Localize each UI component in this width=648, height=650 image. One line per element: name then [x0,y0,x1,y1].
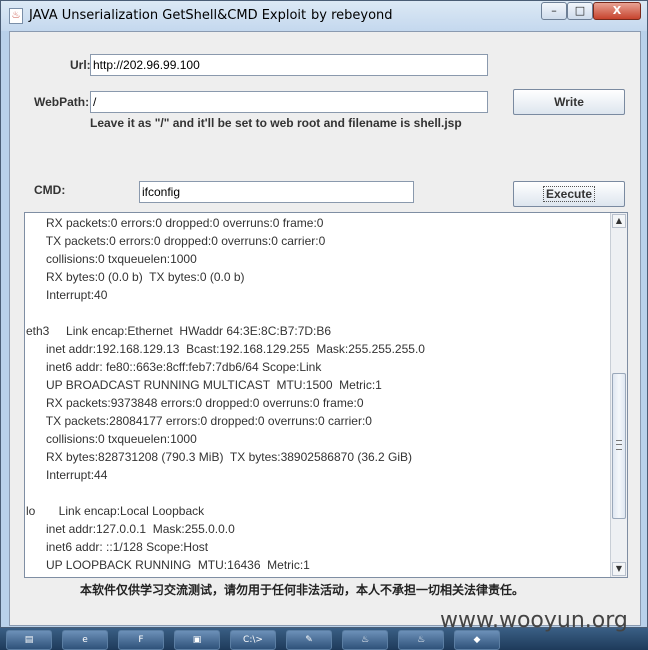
url-input[interactable]: http://202.96.99.100 [90,54,488,76]
output-textarea[interactable]: RX packets:0 errors:0 dropped:0 overruns… [24,212,628,578]
maximize-button[interactable]: □ [567,2,593,20]
grip-icon [616,440,622,450]
webpath-input[interactable]: / [90,91,488,113]
output-line: inet addr:127.0.0.1 Mask:255.0.0.0 [26,522,235,536]
cmd-label: CMD: [34,183,66,197]
write-button[interactable]: Write [513,89,625,115]
disclaimer-text: 本软件仅供学习交流测试，请勿用于任何非法活动，本人不承担一切相关法律责任。 [80,583,525,597]
app-green-icon[interactable]: F [118,630,164,650]
output-line: inet6 addr: ::1/128 Scope:Host [26,540,209,554]
app-icon[interactable]: ◆ [454,630,500,650]
java-icon[interactable]: ♨ [342,630,388,650]
output-line: eth3 Link encap:Ethernet HWaddr 64:3E:8C… [26,324,332,338]
webpath-hint: Leave it as "/" and it'll be set to web … [90,116,462,130]
output-line: Interrupt:40 [26,288,108,302]
java-app-icon: ♨ [9,8,23,24]
folder-icon[interactable]: ▤ [6,630,52,650]
scroll-up-arrow-icon[interactable]: ▲ [612,214,626,228]
output-text: RX packets:0 errors:0 dropped:0 overruns… [26,214,612,574]
write-button-label: Write [554,95,584,109]
browser-icon[interactable]: e [62,630,108,650]
scroll-thumb[interactable] [612,373,626,519]
webpath-label: WebPath: [34,95,90,109]
output-line: RX packets:0 errors:0 dropped:0 overruns… [26,216,324,230]
main-window: ♨ JAVA Unserialization GetShell&CMD Expl… [0,0,648,628]
java-icon-2[interactable]: ♨ [398,630,444,650]
scroll-down-arrow-icon[interactable]: ▼ [612,562,626,576]
window-title: JAVA Unserialization GetShell&CMD Exploi… [29,8,307,23]
output-line: lo Link encap:Local Loopback [26,504,205,518]
url-label: Url: [70,58,91,72]
output-line: UP BROADCAST RUNNING MULTICAST MTU:1500 … [26,378,382,392]
execute-button[interactable]: Execute [513,181,625,207]
close-button[interactable]: X [593,2,641,20]
terminal-icon[interactable]: C:\> [230,630,276,650]
output-line: inet6 addr: fe80::663e:8cff:feb7:7db6/64… [26,360,322,374]
window-author: by rebeyond [311,8,393,23]
title-bar[interactable]: ♨ JAVA Unserialization GetShell&CMD Expl… [1,1,647,31]
watermark: www.wooyun.org [440,608,628,633]
package-icon[interactable]: ▣ [174,630,220,650]
output-line: Interrupt:44 [26,468,108,482]
output-line: TX packets:0 errors:0 dropped:0 overruns… [26,234,326,248]
minimize-button[interactable]: – [541,2,567,20]
output-line: collisions:0 txqueuelen:1000 [26,252,197,266]
client-area: Url: http://202.96.99.100 WebPath: / Wri… [9,31,641,626]
output-scrollbar[interactable]: ▲ ▼ [610,213,627,577]
editor-icon[interactable]: ✎ [286,630,332,650]
output-line: RX bytes:828731208 (790.3 MiB) TX bytes:… [26,450,413,464]
output-line: RX packets:9373848 errors:0 dropped:0 ov… [26,396,364,410]
output-line: UP LOOPBACK RUNNING MTU:16436 Metric:1 [26,558,310,572]
output-line: inet addr:192.168.129.13 Bcast:192.168.1… [26,342,425,356]
cmd-input[interactable]: ifconfig [139,181,414,203]
output-line: TX packets:28084177 errors:0 dropped:0 o… [26,414,372,428]
execute-button-label: Execute [542,186,596,202]
output-line: collisions:0 txqueuelen:1000 [26,432,197,446]
output-line: RX bytes:0 (0.0 b) TX bytes:0 (0.0 b) [26,270,245,284]
